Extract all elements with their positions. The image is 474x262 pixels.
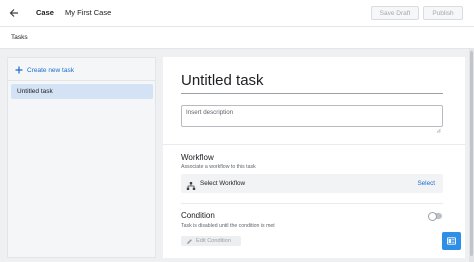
resize-grip-icon[interactable] [436, 120, 441, 133]
page-scrollbar[interactable] [469, 49, 474, 262]
workflow-select-placeholder: Select Workflow [200, 180, 246, 187]
condition-divider [181, 203, 443, 204]
case-title[interactable]: My First Case [65, 8, 111, 17]
back-arrow-icon[interactable] [7, 6, 21, 20]
task-title-underline [181, 93, 443, 94]
create-new-task-button[interactable]: Create new task [14, 64, 74, 76]
edit-condition-label: Edit Condition [196, 238, 231, 244]
task-editor: Untitled task Insert description Workflo… [163, 57, 465, 258]
description-textarea[interactable]: Insert description [181, 105, 443, 133]
sidebar-divider [8, 80, 155, 81]
sidebar-item-label: Untitled task [17, 88, 53, 95]
section-divider [163, 144, 465, 145]
task-title-input[interactable]: Untitled task [181, 72, 264, 89]
workflow-subtitle: Associate a workflow to this task [181, 164, 256, 170]
publish-button[interactable]: Publish [423, 6, 463, 20]
condition-subtitle: Task is disabled until the condition is … [181, 223, 275, 229]
tasks-label: Tasks [11, 34, 28, 41]
sidebar-item-untitled-task[interactable]: Untitled task [11, 84, 153, 99]
edit-condition-button[interactable]: Edit Condition [181, 236, 241, 246]
pencil-icon [186, 238, 193, 245]
condition-toggle[interactable] [428, 211, 442, 221]
help-book-button[interactable] [442, 232, 461, 250]
toggle-knob [428, 211, 437, 221]
tasks-bar: Tasks [0, 27, 474, 49]
workflow-selector[interactable]: Select Workflow Select [181, 174, 443, 193]
condition-heading: Condition [181, 211, 215, 220]
task-sidebar: Create new task Untitled task [7, 57, 156, 258]
save-draft-button[interactable]: Save Draft [371, 6, 419, 20]
case-label: Case [36, 8, 54, 17]
create-new-task-label: Create new task [27, 66, 74, 74]
plus-icon [14, 66, 24, 74]
top-bar: Case My First Case Save Draft Publish [0, 0, 474, 27]
book-icon [447, 232, 456, 250]
workflow-tree-icon [186, 178, 196, 190]
scrollbar-thumb[interactable] [470, 51, 473, 256]
workflow-heading: Workflow [181, 153, 214, 162]
workflow-select-link[interactable]: Select [417, 180, 435, 187]
description-placeholder: Insert description [186, 109, 234, 116]
